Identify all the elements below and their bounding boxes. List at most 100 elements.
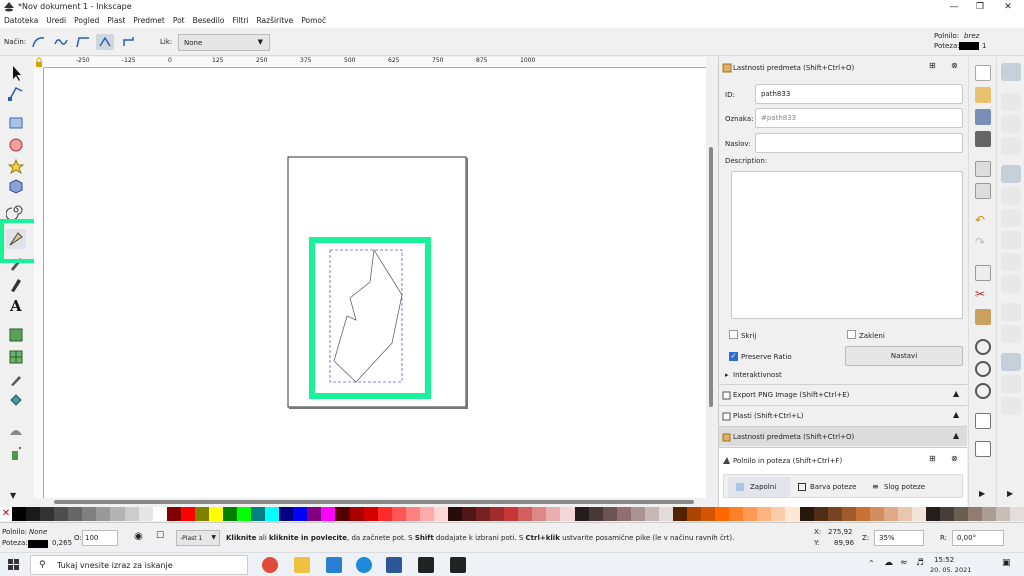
inkscape-taskbar-icon[interactable] xyxy=(450,557,466,573)
palette-swatch[interactable] xyxy=(560,507,575,521)
palette-swatch[interactable] xyxy=(729,507,744,521)
palette-swatch[interactable] xyxy=(26,507,41,521)
save-icon[interactable] xyxy=(975,109,991,125)
chrome-icon[interactable] xyxy=(262,557,278,573)
palette-swatch[interactable] xyxy=(335,507,350,521)
palette-swatch[interactable] xyxy=(954,507,969,521)
palette-swatch[interactable] xyxy=(237,507,252,521)
node-tool-icon[interactable] xyxy=(6,83,26,103)
ellipse-tool-icon[interactable] xyxy=(6,135,26,155)
redo-icon[interactable]: ↷ xyxy=(975,235,991,251)
drawing-canvas[interactable] xyxy=(44,68,706,498)
palette-swatch[interactable] xyxy=(293,507,308,521)
zoom-page-icon[interactable] xyxy=(975,383,991,399)
zoom-spinbox[interactable]: 35% xyxy=(874,530,924,546)
word-icon[interactable] xyxy=(386,557,402,573)
snap-rotation-center-icon[interactable] xyxy=(1001,325,1021,343)
stroke-color-swatch[interactable] xyxy=(959,42,979,50)
snap-bbox-icon[interactable] xyxy=(1001,93,1021,111)
minimize-button[interactable]: — xyxy=(940,0,968,14)
tweak-tool-icon[interactable] xyxy=(6,421,26,441)
palette-swatch[interactable] xyxy=(166,507,181,521)
palette-swatch[interactable] xyxy=(152,507,167,521)
mesh-tool-icon[interactable] xyxy=(6,347,26,367)
layers-panel-header[interactable]: Plasti (Shift+Ctrl+L) ▲ xyxy=(719,405,967,425)
palette-swatch[interactable] xyxy=(644,507,659,521)
mode-straight-lines-button[interactable] xyxy=(96,34,114,50)
windows-start-icon[interactable] xyxy=(8,559,20,571)
palette-swatch[interactable] xyxy=(574,507,589,521)
chevron-up-icon[interactable]: ▲ xyxy=(953,431,959,440)
panel-close-icon[interactable]: ⊗ xyxy=(951,454,958,463)
set-button[interactable]: Nastavi xyxy=(845,346,963,366)
palette-swatch[interactable] xyxy=(855,507,870,521)
snap-toggle-icon[interactable] xyxy=(1001,63,1021,81)
no-paint-swatch[interactable]: ✕ xyxy=(0,507,12,521)
tab-stroke-paint[interactable]: Barva poteze xyxy=(794,477,864,497)
dropper-tool-icon[interactable] xyxy=(6,369,26,389)
snap-grid-icon[interactable] xyxy=(1001,375,1021,393)
preserve-ratio-checkbox[interactable]: ✓ xyxy=(729,352,738,361)
palette-swatch[interactable] xyxy=(54,507,69,521)
palette-swatch[interactable] xyxy=(96,507,111,521)
tab-stroke-style[interactable]: ≡ Slog poteze xyxy=(868,477,958,497)
palette-swatch[interactable] xyxy=(897,507,912,521)
palette-swatch[interactable] xyxy=(701,507,716,521)
palette-swatch[interactable] xyxy=(476,507,491,521)
menu-besedilo[interactable]: Besedilo xyxy=(189,14,229,27)
snap-bbox-edge-icon[interactable] xyxy=(1001,115,1021,133)
undock-icon[interactable]: ⊞ xyxy=(929,61,936,70)
hide-checkbox[interactable] xyxy=(729,330,738,339)
palette-swatch[interactable] xyxy=(194,507,209,521)
export-icon[interactable] xyxy=(975,183,991,199)
tab-fill[interactable]: Zapolni xyxy=(728,477,790,497)
palette-swatch[interactable] xyxy=(279,507,294,521)
spiral-tool-icon[interactable] xyxy=(6,199,26,219)
palette-swatch[interactable] xyxy=(504,507,519,521)
palette-swatch[interactable] xyxy=(251,507,266,521)
palette-swatch[interactable] xyxy=(883,507,898,521)
menu-datoteka[interactable]: Datoteka xyxy=(0,14,42,27)
palette-swatch[interactable] xyxy=(518,507,533,521)
expand-commands-arrow-icon[interactable]: ▶ xyxy=(979,489,985,498)
palette-swatch[interactable] xyxy=(996,507,1011,521)
palette-swatch[interactable] xyxy=(827,507,842,521)
palette-swatch[interactable] xyxy=(462,507,477,521)
palette-swatch[interactable] xyxy=(532,507,547,521)
calligraphy-tool-icon[interactable] xyxy=(6,275,26,295)
menu-pogled[interactable]: Pogled xyxy=(70,14,103,27)
menu-pot[interactable]: Pot xyxy=(169,14,189,27)
new-document-icon[interactable] xyxy=(975,65,991,81)
chevron-up-icon[interactable]: ▲ xyxy=(953,389,959,398)
snap-smooth-icon[interactable] xyxy=(1001,253,1021,271)
palette-swatch[interactable] xyxy=(265,507,280,521)
file-explorer-icon[interactable] xyxy=(294,557,310,573)
eye-icon[interactable]: ◉ xyxy=(134,531,143,542)
expand-snap-arrow-icon[interactable]: ▶ xyxy=(1007,489,1013,498)
edge-icon[interactable] xyxy=(356,557,372,573)
rectangle-tool-icon[interactable] xyxy=(6,113,26,133)
palette-swatch[interactable] xyxy=(672,507,687,521)
open-file-icon[interactable] xyxy=(975,87,991,103)
palette-swatch[interactable] xyxy=(180,507,195,521)
snap-guide-icon[interactable] xyxy=(1001,397,1021,415)
expand-toolbox-arrow-icon[interactable]: ▼ xyxy=(10,491,16,500)
id-field[interactable]: path833 xyxy=(755,84,963,104)
zoom-drawing-icon[interactable] xyxy=(975,361,991,377)
media-app-icon[interactable] xyxy=(418,557,434,573)
undock-icon[interactable]: ⊞ xyxy=(929,454,936,463)
clock-date[interactable]: 20. 05. 2021 xyxy=(930,566,971,574)
clock-time[interactable]: 15:52 xyxy=(934,556,954,564)
object-properties-panel-header[interactable]: Lastnosti predmeta (Shift+Ctrl+O) ▲ xyxy=(719,426,967,446)
rotation-spinbox[interactable]: 0,00° xyxy=(952,530,1004,546)
undo-icon[interactable]: ↶ xyxy=(975,213,991,229)
palette-swatch[interactable] xyxy=(433,507,448,521)
palette-swatch[interactable] xyxy=(968,507,983,521)
mode-bspline-button[interactable] xyxy=(74,34,92,50)
vertical-scrollbar[interactable] xyxy=(706,57,716,498)
palette-swatch[interactable] xyxy=(715,507,730,521)
palette-swatch[interactable] xyxy=(630,507,645,521)
palette-swatch[interactable] xyxy=(307,507,322,521)
opacity-spinbox[interactable]: 100 xyxy=(82,530,118,546)
palette-swatch[interactable] xyxy=(658,507,673,521)
